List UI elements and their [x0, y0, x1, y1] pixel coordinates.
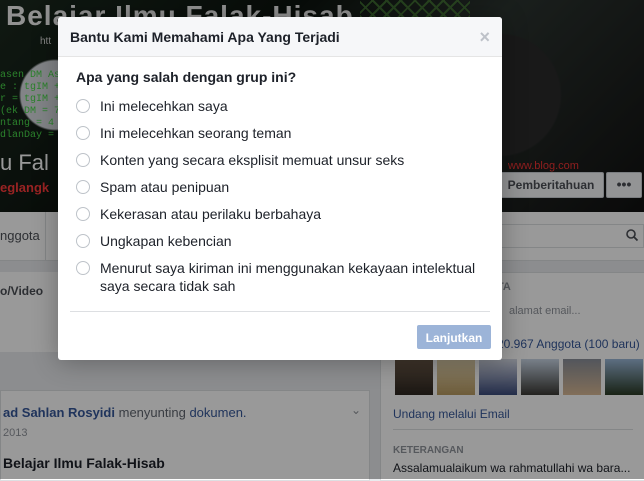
- report-options: Ini melecehkan saya Ini melecehkan seora…: [76, 97, 496, 304]
- report-option-violence[interactable]: Kekerasan atau perilaku berbahaya: [76, 205, 496, 223]
- report-question: Apa yang salah dengan grup ini?: [76, 69, 297, 85]
- continue-button[interactable]: Lanjutkan: [417, 325, 491, 349]
- option-label: Ini melecehkan seorang teman: [100, 125, 292, 141]
- radio-button[interactable]: [76, 153, 90, 167]
- report-option-hate-speech[interactable]: Ungkapan kebencian: [76, 232, 496, 250]
- report-group-dialog: Bantu Kami Memahami Apa Yang Terjadi × A…: [58, 17, 502, 360]
- report-option-spam[interactable]: Spam atau penipuan: [76, 178, 496, 196]
- radio-button[interactable]: [76, 207, 90, 221]
- radio-button[interactable]: [76, 261, 90, 275]
- option-label: Menurut saya kiriman ini menggunakan kek…: [100, 260, 476, 294]
- report-option-intellectual-property[interactable]: Menurut saya kiriman ini menggunakan kek…: [76, 259, 496, 295]
- radio-button[interactable]: [76, 99, 90, 113]
- dialog-divider: [70, 311, 490, 312]
- radio-button[interactable]: [76, 180, 90, 194]
- radio-button[interactable]: [76, 126, 90, 140]
- report-option-harassing-me[interactable]: Ini melecehkan saya: [76, 97, 496, 115]
- option-label: Spam atau penipuan: [100, 179, 230, 195]
- close-icon[interactable]: ×: [479, 27, 490, 48]
- dialog-title: Bantu Kami Memahami Apa Yang Terjadi: [70, 29, 340, 45]
- dialog-header: Bantu Kami Memahami Apa Yang Terjadi ×: [58, 17, 502, 57]
- option-label: Ini melecehkan saya: [100, 98, 228, 114]
- report-option-sexual-content[interactable]: Konten yang secara eksplisit memuat unsu…: [76, 151, 496, 169]
- radio-button[interactable]: [76, 234, 90, 248]
- report-option-harassing-friend[interactable]: Ini melecehkan seorang teman: [76, 124, 496, 142]
- option-label: Kekerasan atau perilaku berbahaya: [100, 206, 322, 222]
- option-label: Konten yang secara eksplisit memuat unsu…: [100, 152, 405, 168]
- option-label: Ungkapan kebencian: [100, 233, 232, 249]
